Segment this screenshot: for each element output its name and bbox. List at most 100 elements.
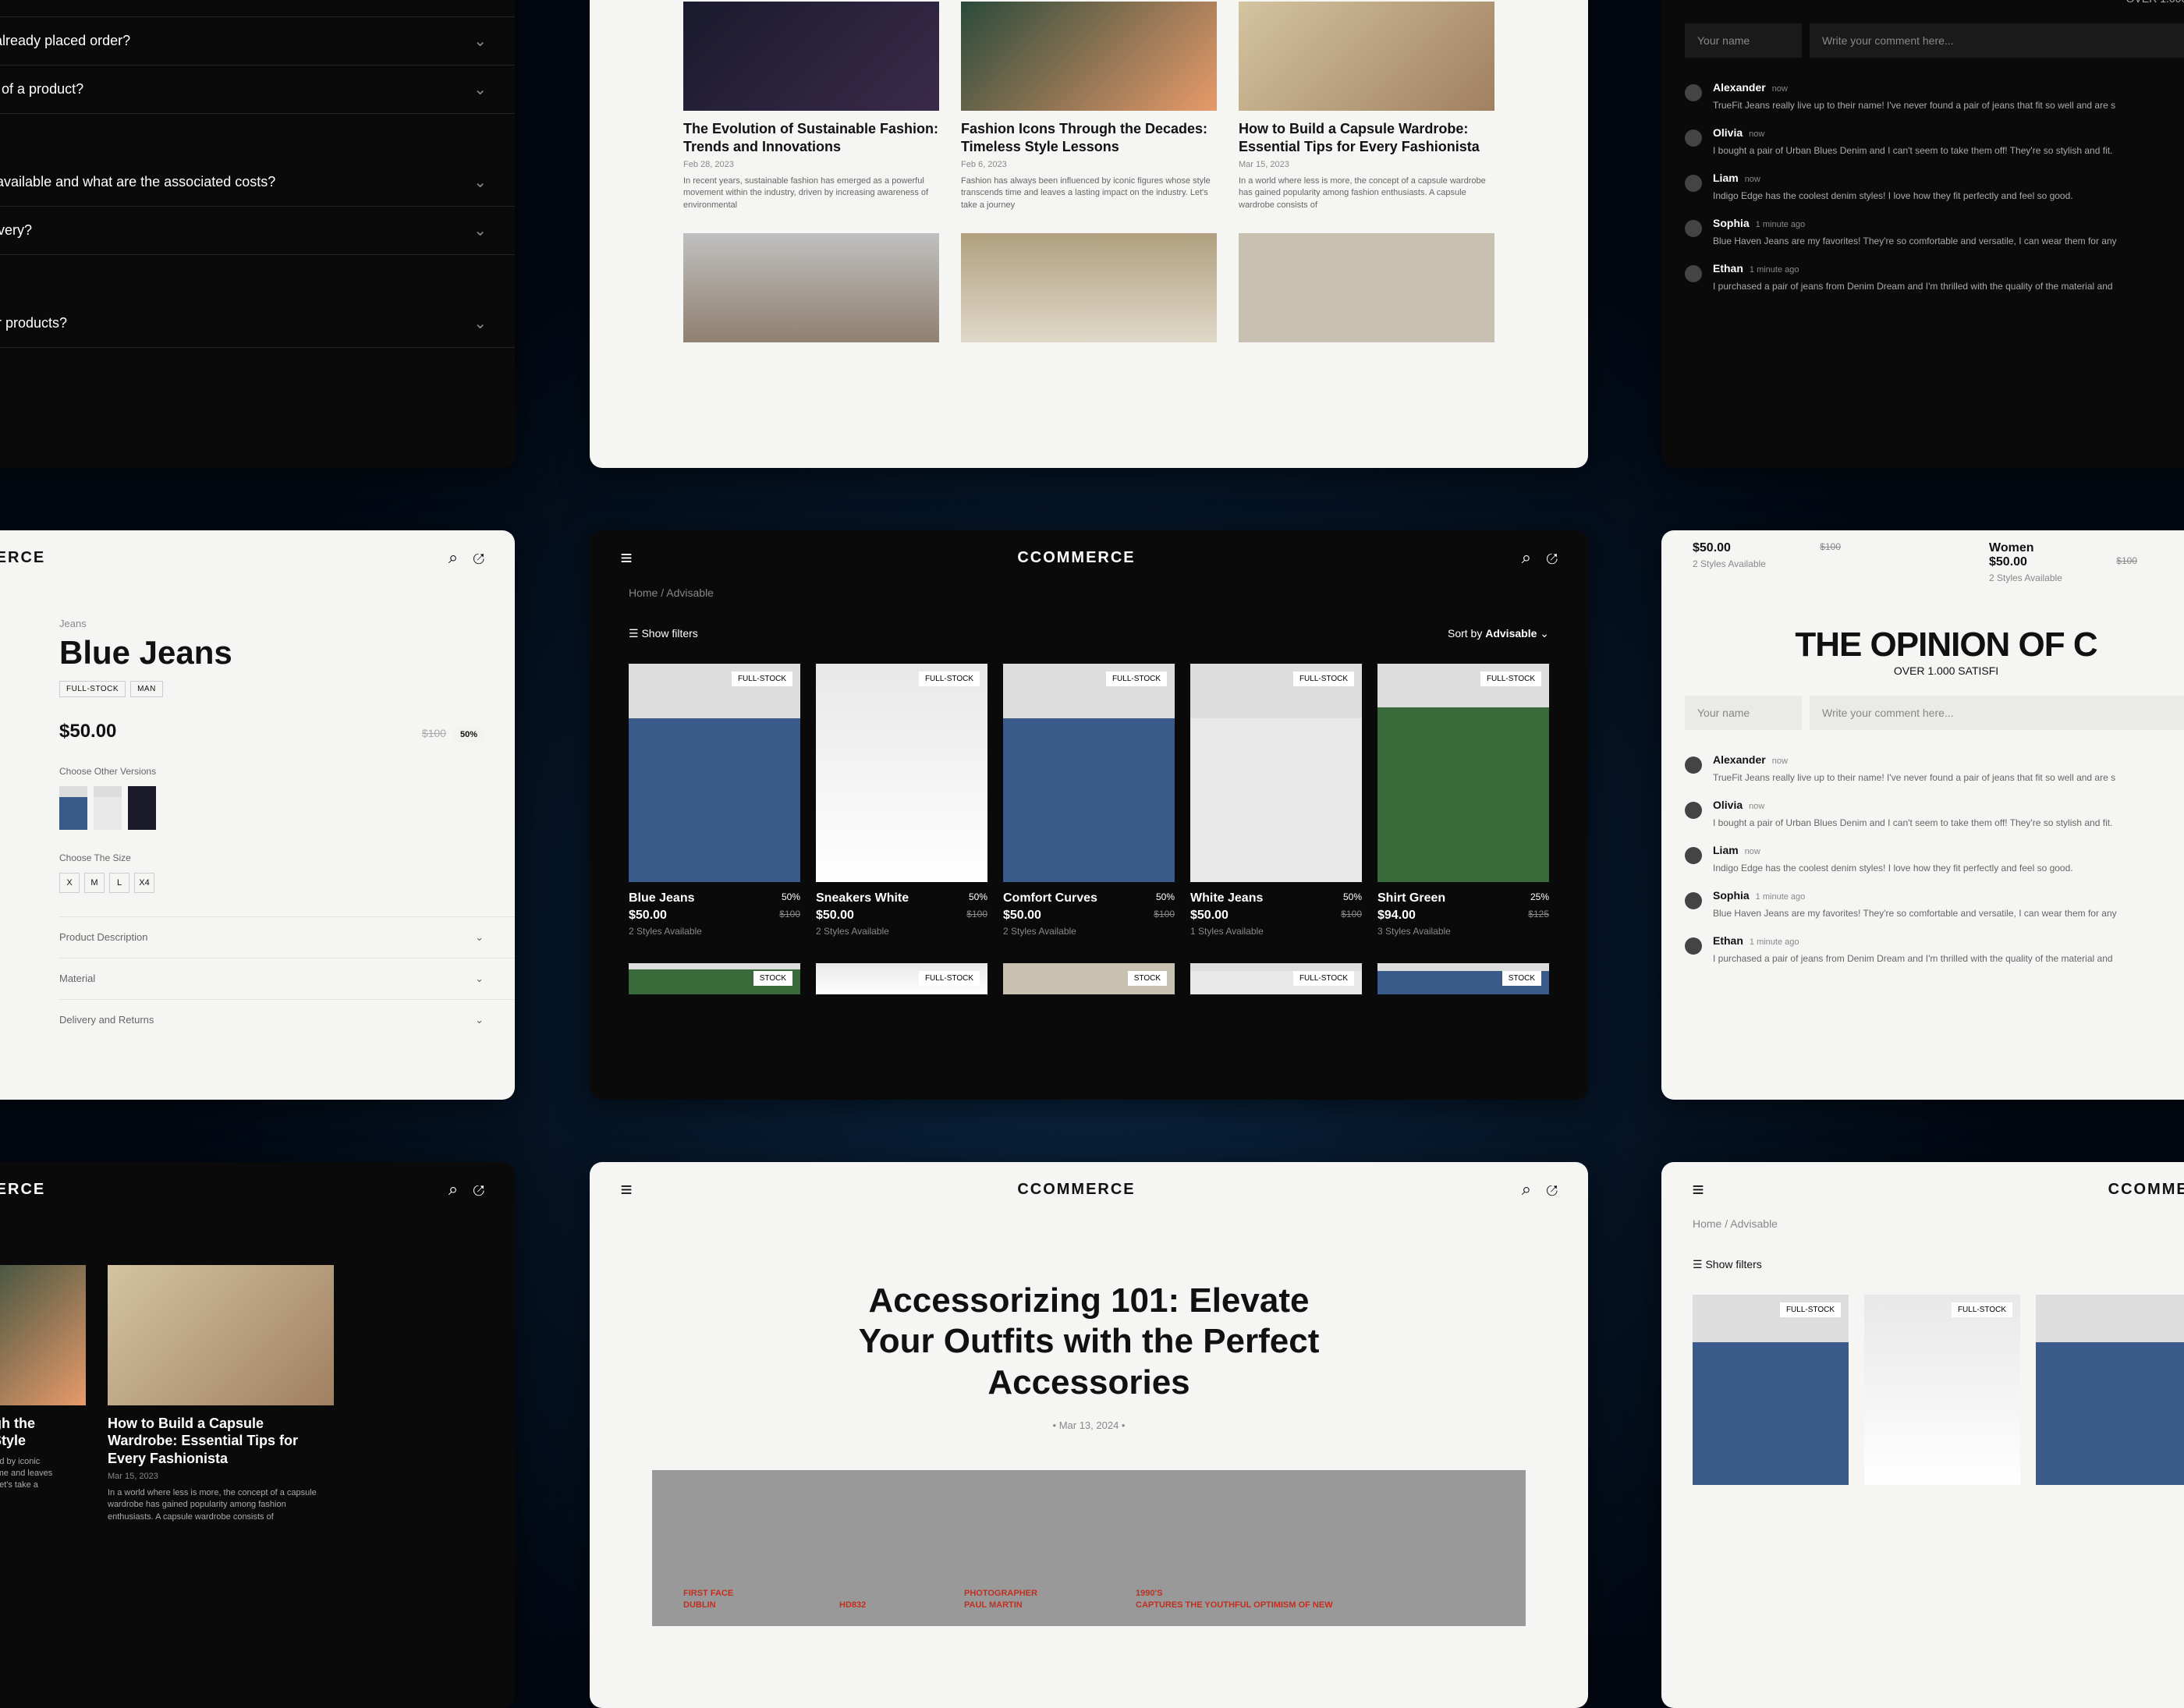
product-card[interactable]: FULL-STOCKComfort Curves50%$50.00$1002 S… (1003, 664, 1175, 937)
logo[interactable]: MERCE (0, 549, 45, 567)
blog-title: The Evolution of Sustainable Fashion: Tr… (683, 120, 939, 155)
reviewer-name: Olivia (1713, 126, 1743, 139)
chevron-down-icon (473, 0, 487, 2)
price: $50.00 (1003, 909, 1041, 923)
sort-dropdown[interactable]: Sort by Advisable ⌄ (1448, 627, 1549, 640)
product-image: FULL-STOCK (1190, 664, 1362, 882)
blog-date: Mar 15, 2023 (108, 1472, 334, 1481)
blog-card[interactable] (1239, 233, 1494, 342)
product-card[interactable]: STOCK (1377, 963, 1549, 994)
article-title: Accessorizing 101: Elevate Your Outfits … (839, 1281, 1338, 1404)
blog-card[interactable]: How to Build a Capsule Wardrobe: Essenti… (1239, 2, 1494, 211)
logo[interactable]: CCOMMERCE (1017, 549, 1135, 567)
product-card[interactable]: FULL-STOCK (816, 963, 987, 994)
variant-swatch[interactable] (94, 786, 122, 830)
search-icon[interactable] (1518, 1181, 1535, 1198)
logo[interactable]: CCOMMERCE (1017, 1181, 1135, 1199)
comment-input[interactable]: Write your comment here... (1810, 23, 2184, 58)
blog-card[interactable]: The Evolution of Sustainable Fashion: Tr… (683, 2, 939, 211)
size-option[interactable]: M (84, 873, 105, 893)
faq-item[interactable]: d browse products on the website? (0, 0, 515, 17)
discount-pct: 50% (782, 891, 800, 905)
product-image: FULL-STOCK (1864, 1295, 2020, 1485)
size-option[interactable]: L (109, 873, 129, 893)
stock-tag: FULL-STOCK (59, 681, 126, 697)
review-time: 1 minute ago (1750, 937, 1799, 947)
review-item: OlivianowI bought a pair of Urban Blues … (1661, 119, 2184, 164)
price: $50.00 (1989, 555, 2027, 569)
accordion-delivery[interactable]: Delivery and Returns⌄ (59, 999, 515, 1040)
blog-title: Fashion Icons Through the Decades: Timel… (961, 120, 1217, 155)
review-item: LiamnowIndigo Edge has the coolest denim… (1661, 164, 2184, 209)
variant-swatch[interactable] (59, 786, 87, 830)
search-icon[interactable] (445, 1181, 462, 1198)
logo[interactable]: MERCE (0, 1181, 45, 1199)
reviewer-name: Ethan (1713, 934, 1743, 947)
product-card[interactable]: FULL-STOCK (1693, 1295, 1849, 1485)
review-time: 1 minute ago (1750, 265, 1799, 275)
blog-excerpt: Fashion has always been influenced by ic… (961, 175, 1217, 211)
styles-available: 1 Styles Available (1190, 926, 1362, 937)
comment-input[interactable]: Write your comment here... (1810, 696, 2184, 730)
user-icon[interactable] (1543, 551, 1560, 568)
review-item: Ethan1 minute agoI purchased a pair of j… (1661, 254, 2184, 299)
avatar (1685, 129, 1702, 147)
styles-available: 2 Styles Available (816, 926, 987, 937)
show-filters-button[interactable]: ☰ Show filters (629, 627, 698, 640)
size-option[interactable]: X4 (134, 873, 154, 893)
logo[interactable]: CCOMMERCE (2108, 1181, 2184, 1199)
search-icon[interactable] (445, 549, 462, 566)
blog-card[interactable]: Fashion Icons Through the Decades: Timel… (961, 2, 1217, 211)
name-input[interactable]: Your name (1685, 23, 1802, 58)
product-card[interactable]: FULL-STOCKBlue Jeans50%$50.00$1002 Style… (629, 664, 800, 937)
menu-icon[interactable] (618, 1182, 635, 1199)
product-image: FULL-STOCK (1190, 963, 1362, 994)
breadcrumb-home[interactable]: Home (1693, 1217, 1721, 1230)
blog-date: Feb 28, 2023 (683, 160, 939, 169)
stock-badge: STOCK (1502, 971, 1541, 986)
accordion-material[interactable]: Material⌄ (59, 958, 515, 999)
blog-card[interactable] (683, 233, 939, 342)
variant-swatch[interactable] (128, 786, 156, 830)
chevron-down-icon (473, 221, 487, 240)
product-image (2036, 1295, 2184, 1485)
faq-item[interactable]: nal delivery? (0, 207, 515, 255)
faq-item[interactable]: olicy for products? (0, 299, 515, 348)
faq-item[interactable]: e stock of a product? (0, 66, 515, 114)
name-input[interactable]: Your name (1685, 696, 1802, 730)
user-icon[interactable] (470, 551, 487, 568)
faq-section: ges (0, 255, 515, 299)
product-image: STOCK (629, 963, 800, 994)
product-image: FULL-STOCK (816, 664, 987, 882)
product-card[interactable]: STOCK (629, 963, 800, 994)
faq-item[interactable]: ns are available and what are the associ… (0, 158, 515, 207)
size-option[interactable]: X (59, 873, 80, 893)
menu-icon[interactable] (1689, 1182, 1707, 1199)
show-filters-button[interactable]: ☰ Show filters (1693, 1258, 1762, 1271)
product-card[interactable]: FULL-STOCK (1190, 963, 1362, 994)
review-text: I purchased a pair of jeans from Denim D… (1713, 281, 2113, 292)
menu-icon[interactable] (618, 550, 635, 567)
search-icon[interactable] (1518, 549, 1535, 566)
product-image: FULL-STOCK (629, 664, 800, 882)
review-time: now (1772, 757, 1788, 766)
breadcrumb-home[interactable]: Home (629, 586, 658, 599)
old-price: $125 (1528, 909, 1549, 923)
review-item: OlivianowI bought a pair of Urban Blues … (1661, 791, 2184, 836)
old-price: $100 (422, 727, 446, 739)
product-card[interactable]: FULL-STOCKShirt Green25%$94.00$1253 Styl… (1377, 664, 1549, 937)
product-card[interactable]: STOCK (1003, 963, 1175, 994)
stock-badge: FULL-STOCK (919, 672, 980, 686)
styles-available: 3 Styles Available (1377, 926, 1549, 937)
user-icon[interactable] (1543, 1182, 1560, 1199)
discount-pct: 50% (1343, 891, 1362, 905)
faq-item[interactable]: cel an already placed order? (0, 17, 515, 66)
blog-card[interactable] (961, 233, 1217, 342)
user-icon[interactable] (470, 1182, 487, 1199)
product-card[interactable] (2036, 1295, 2184, 1485)
accordion-description[interactable]: Product Description⌄ (59, 916, 515, 958)
product-card[interactable]: FULL-STOCKWhite Jeans50%$50.00$1001 Styl… (1190, 664, 1362, 937)
review-text: Indigo Edge has the coolest denim styles… (1713, 863, 2073, 873)
product-card[interactable]: FULL-STOCKSneakers White50%$50.00$1002 S… (816, 664, 987, 937)
product-card[interactable]: FULL-STOCK (1864, 1295, 2020, 1485)
